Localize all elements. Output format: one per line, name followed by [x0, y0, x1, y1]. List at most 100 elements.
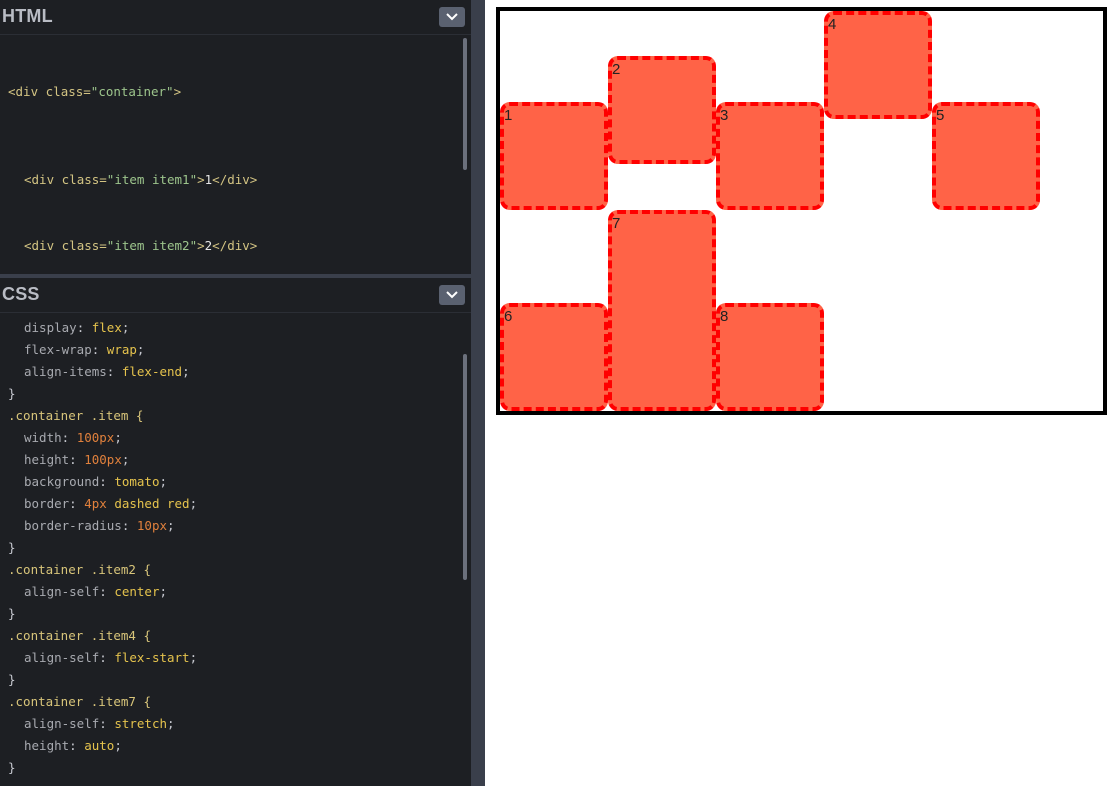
code-token: .container .item2 { — [8, 562, 151, 577]
code-token: class= — [61, 172, 107, 187]
code-line: align-items: flex-end; — [24, 364, 190, 379]
code-line: .container .item { — [0, 405, 471, 427]
code-token: } — [8, 540, 16, 555]
result-preview: 1 2 3 4 5 6 7 8 — [485, 0, 1109, 786]
css-panel-header: CSS — [0, 278, 471, 313]
item-label: 1 — [504, 107, 513, 124]
code-token: stretch — [114, 716, 168, 731]
flex-item-7: 7 — [608, 210, 716, 411]
code-line: flex-wrap: wrap; — [24, 342, 145, 357]
code-token: display — [24, 320, 77, 335]
code-token: > — [173, 84, 182, 99]
code-token: <div — [24, 172, 55, 187]
code-token: </div> — [212, 238, 258, 253]
code-token: } — [8, 606, 16, 621]
code-line: display: flex; — [24, 320, 130, 335]
code-token: flex — [91, 320, 122, 335]
code-token: class= — [45, 84, 91, 99]
code-token: <div — [24, 238, 55, 253]
code-line: background: tomato; — [24, 474, 168, 489]
flex-item-5: 5 — [932, 102, 1040, 210]
item-label: 2 — [612, 61, 621, 78]
code-token: <div — [8, 84, 39, 99]
code-token: .container .item4 { — [8, 628, 151, 643]
code-token: "item item1" — [106, 172, 198, 187]
code-token: background — [24, 474, 100, 489]
chevron-down-icon — [446, 13, 458, 21]
code-line: <div class="container"> — [0, 81, 471, 103]
flex-item-3: 3 — [716, 102, 824, 210]
code-line: align-self: stretch; — [24, 716, 175, 731]
code-token: 100px — [84, 452, 122, 467]
pane-resize-handle[interactable] — [471, 0, 485, 786]
css-panel-title: CSS — [2, 284, 40, 304]
code-line: } — [0, 757, 471, 779]
code-line: align-self: center; — [24, 584, 168, 599]
item-label: 3 — [720, 107, 729, 124]
code-line: .container .item2 { — [0, 559, 471, 581]
html-panel: HTML <div class="container"> <div class=… — [0, 0, 471, 274]
code-token: flex-start — [114, 650, 190, 665]
flex-item-8: 8 — [716, 303, 824, 411]
code-token: wrap — [106, 342, 137, 357]
code-line: } — [0, 603, 471, 625]
code-token: 100px — [76, 430, 115, 445]
code-token: 10px — [136, 518, 168, 533]
code-line: .container .item4 { — [0, 625, 471, 647]
code-token: > — [197, 172, 205, 187]
code-token: center — [114, 584, 160, 599]
code-token: .container .item7 { — [8, 694, 151, 709]
code-token: border-radius — [24, 518, 122, 533]
item-label: 7 — [612, 215, 621, 232]
css-panel-scrollbar[interactable] — [463, 354, 467, 580]
html-panel-header: HTML — [0, 0, 471, 35]
item-label: 4 — [828, 16, 837, 33]
code-line: } — [0, 383, 471, 405]
flex-item-4: 4 — [824, 11, 932, 119]
code-token: "container" — [90, 84, 174, 99]
item-label: 5 — [936, 107, 945, 124]
chevron-down-icon — [446, 291, 458, 299]
code-token: align-self — [24, 716, 100, 731]
flex-item-6: 6 — [500, 303, 608, 411]
code-line: height: 100px; — [24, 452, 130, 467]
code-line: } — [0, 537, 471, 559]
code-token: } — [8, 672, 16, 687]
code-token: align-self — [24, 650, 100, 665]
code-token: } — [8, 760, 16, 775]
code-token: align-items — [24, 364, 107, 379]
html-panel-toggle-button[interactable] — [439, 7, 465, 27]
html-panel-title: HTML — [2, 6, 53, 26]
flex-container: 1 2 3 4 5 6 7 8 — [496, 7, 1107, 415]
item-label: 6 — [504, 308, 513, 325]
code-token: tomato — [114, 474, 160, 489]
flex-item-1: 1 — [500, 102, 608, 210]
code-line: .container .item7 { — [0, 691, 471, 713]
html-code-editor[interactable]: <div class="container"> <div class="item… — [0, 37, 471, 274]
code-line: <div class="item item2">2</div> — [0, 235, 471, 257]
code-token: class= — [61, 238, 107, 253]
code-token: align-self — [24, 584, 100, 599]
code-line: border: 4px dashed red; — [24, 496, 198, 511]
code-token: </div> — [212, 172, 258, 187]
code-token: height — [24, 452, 70, 467]
code-token: > — [197, 238, 205, 253]
item-label: 8 — [720, 308, 729, 325]
code-token: auto — [84, 738, 115, 753]
code-line: <div class="item item1">1</div> — [0, 169, 471, 191]
code-token: } — [8, 386, 16, 401]
code-line: align-self: flex-start; — [24, 650, 198, 665]
css-code-editor[interactable]: display: flex; flex-wrap: wrap; align-item… — [0, 317, 471, 779]
code-token: flex-end — [121, 364, 183, 379]
code-token: 4px — [84, 496, 107, 511]
code-line: } — [0, 669, 471, 691]
html-panel-scrollbar[interactable] — [463, 38, 467, 170]
code-line: height: auto; — [24, 738, 122, 753]
css-panel-toggle-button[interactable] — [439, 285, 465, 305]
css-panel: CSS display: flex; flex-wrap: wrap; align-… — [0, 278, 471, 786]
code-token: width — [24, 430, 62, 445]
code-token: .container .item { — [8, 408, 144, 423]
code-token: flex-wrap — [24, 342, 92, 357]
code-line: width: 100px; — [24, 430, 122, 445]
code-token: border — [24, 496, 70, 511]
